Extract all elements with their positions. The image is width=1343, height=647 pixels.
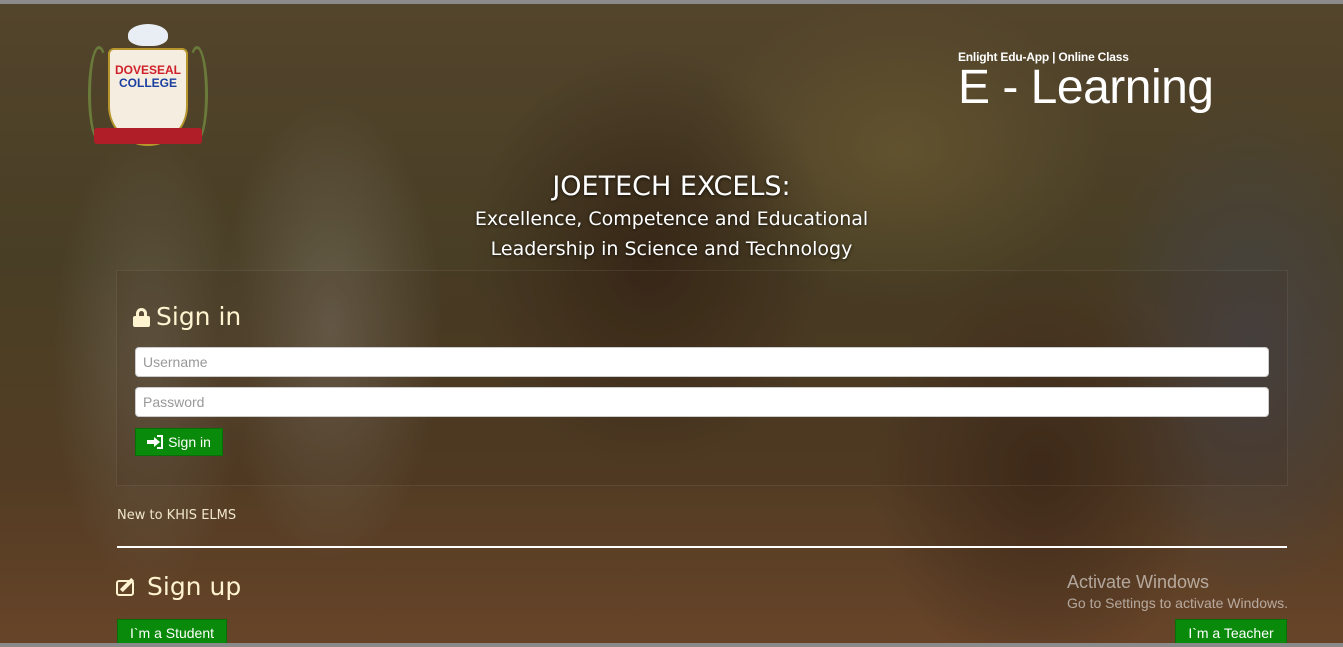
activate-windows-watermark: Activate Windows Go to Settings to activ…: [1067, 572, 1288, 611]
sign-in-icon: [147, 435, 164, 449]
logo-ribbon: [94, 128, 202, 144]
signin-button-label: Sign in: [168, 434, 211, 450]
school-logo: DOVESEAL COLLEGE: [86, 22, 210, 154]
signin-panel: [116, 270, 1288, 486]
brand-block: Enlight Edu-App | Online Class E - Learn…: [958, 50, 1214, 114]
activate-windows-title: Activate Windows: [1067, 572, 1210, 592]
motto-line-1: Excellence, Competence and Educational: [474, 208, 869, 230]
brand-title: E - Learning: [958, 61, 1214, 114]
edit-icon: [116, 577, 140, 597]
motto-line-2: Leadership in Science and Technology: [490, 238, 853, 260]
motto-title: JOETECH EXCELS:: [552, 171, 791, 202]
section-divider: [117, 546, 1287, 548]
password-input[interactable]: [135, 387, 1269, 417]
motto-block: JOETECH EXCELS: Excellence, Competence a…: [400, 170, 943, 264]
logo-text: DOVESEAL COLLEGE: [100, 64, 196, 90]
activate-windows-subtitle: Go to Settings to activate Windows.: [1067, 595, 1288, 611]
signin-heading-label: Sign in: [156, 302, 242, 331]
top-border: [0, 0, 1343, 4]
new-user-prompt: New to KHIS ELMS: [117, 508, 237, 523]
lock-icon: [133, 307, 150, 327]
signin-button[interactable]: Sign in: [135, 428, 223, 456]
signup-heading-label: Sign up: [147, 572, 242, 601]
username-input[interactable]: [135, 347, 1269, 377]
signup-heading: Sign up: [116, 572, 241, 601]
student-signup-label: I`m a Student: [129, 625, 215, 641]
signin-heading: Sign in: [133, 302, 241, 331]
dove-emblem: [128, 24, 168, 46]
teacher-signup-label: I`m a Teacher: [1188, 625, 1274, 641]
bottom-border: [0, 643, 1343, 647]
logo-text-line2: COLLEGE: [118, 76, 177, 90]
